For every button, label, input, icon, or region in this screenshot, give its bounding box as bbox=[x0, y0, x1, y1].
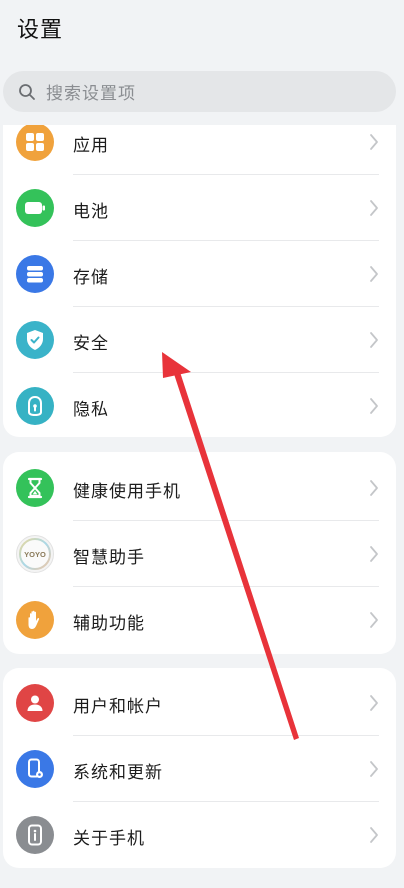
chevron-right-icon bbox=[370, 134, 378, 150]
settings-item-label: 电池 bbox=[73, 202, 109, 222]
info-phone-icon bbox=[16, 816, 54, 854]
settings-item-label: 健康使用手机 bbox=[73, 482, 181, 502]
settings-item-users-accounts[interactable]: 用户和帐户 bbox=[3, 670, 396, 736]
settings-item-system-updates[interactable]: 系统和更新 bbox=[3, 736, 396, 802]
settings-item-label: 存储 bbox=[73, 268, 109, 288]
settings-item-label: 安全 bbox=[73, 334, 109, 354]
settings-item-about-phone[interactable]: 关于手机 bbox=[3, 802, 396, 868]
settings-item-label: 隐私 bbox=[73, 400, 109, 420]
search-icon bbox=[17, 82, 37, 102]
yoyo-logo-text: YOYO bbox=[24, 550, 46, 559]
chevron-right-icon bbox=[370, 612, 378, 628]
settings-item-privacy[interactable]: 隐私 bbox=[3, 373, 396, 437]
shield-check-icon bbox=[16, 321, 54, 359]
settings-item-label: 系统和更新 bbox=[73, 763, 163, 783]
page-title: 设置 bbox=[17, 18, 64, 43]
storage-icon bbox=[16, 255, 54, 293]
settings-item-label: 应用 bbox=[73, 136, 109, 156]
settings-item-label: 用户和帐户 bbox=[73, 697, 163, 717]
hand-icon bbox=[16, 601, 54, 639]
chevron-right-icon bbox=[370, 695, 378, 711]
apps-grid-icon bbox=[16, 125, 54, 161]
settings-group-3: 用户和帐户 系统和更新 关于手机 bbox=[3, 668, 396, 868]
settings-item-accessibility[interactable]: 辅助功能 bbox=[3, 587, 396, 653]
chevron-right-icon bbox=[370, 266, 378, 282]
user-icon bbox=[16, 684, 54, 722]
settings-item-apps[interactable]: 应用 bbox=[3, 125, 396, 175]
settings-item-storage[interactable]: 存储 bbox=[3, 241, 396, 307]
chevron-right-icon bbox=[370, 827, 378, 843]
settings-item-label: 关于手机 bbox=[73, 829, 145, 849]
chevron-right-icon bbox=[370, 761, 378, 777]
chevron-right-icon bbox=[370, 398, 378, 414]
phone-update-icon bbox=[16, 750, 54, 788]
hourglass-icon bbox=[16, 469, 54, 507]
settings-page: 设置 搜索设置项 应用 电池 存储 安全 隐私 健康使用手机 YOYO 智慧助手… bbox=[0, 0, 404, 888]
chevron-right-icon bbox=[370, 546, 378, 562]
yoyo-assistant-icon: YOYO bbox=[16, 535, 54, 573]
settings-item-digital-balance[interactable]: 健康使用手机 bbox=[3, 455, 396, 521]
settings-item-smart-assistant[interactable]: YOYO 智慧助手 bbox=[3, 521, 396, 587]
settings-item-label: 智慧助手 bbox=[73, 548, 145, 568]
battery-icon bbox=[16, 189, 54, 227]
chevron-right-icon bbox=[370, 480, 378, 496]
settings-item-security[interactable]: 安全 bbox=[3, 307, 396, 373]
settings-group-2: 健康使用手机 YOYO 智慧助手 辅助功能 bbox=[3, 452, 396, 654]
search-placeholder: 搜索设置项 bbox=[46, 84, 136, 104]
chevron-right-icon bbox=[370, 200, 378, 216]
privacy-lock-icon bbox=[16, 387, 54, 425]
settings-item-label: 辅助功能 bbox=[73, 614, 145, 634]
chevron-right-icon bbox=[370, 332, 378, 348]
settings-item-battery[interactable]: 电池 bbox=[3, 175, 396, 241]
search-input[interactable]: 搜索设置项 bbox=[3, 71, 396, 112]
settings-group-1: 应用 电池 存储 安全 隐私 bbox=[3, 125, 396, 437]
